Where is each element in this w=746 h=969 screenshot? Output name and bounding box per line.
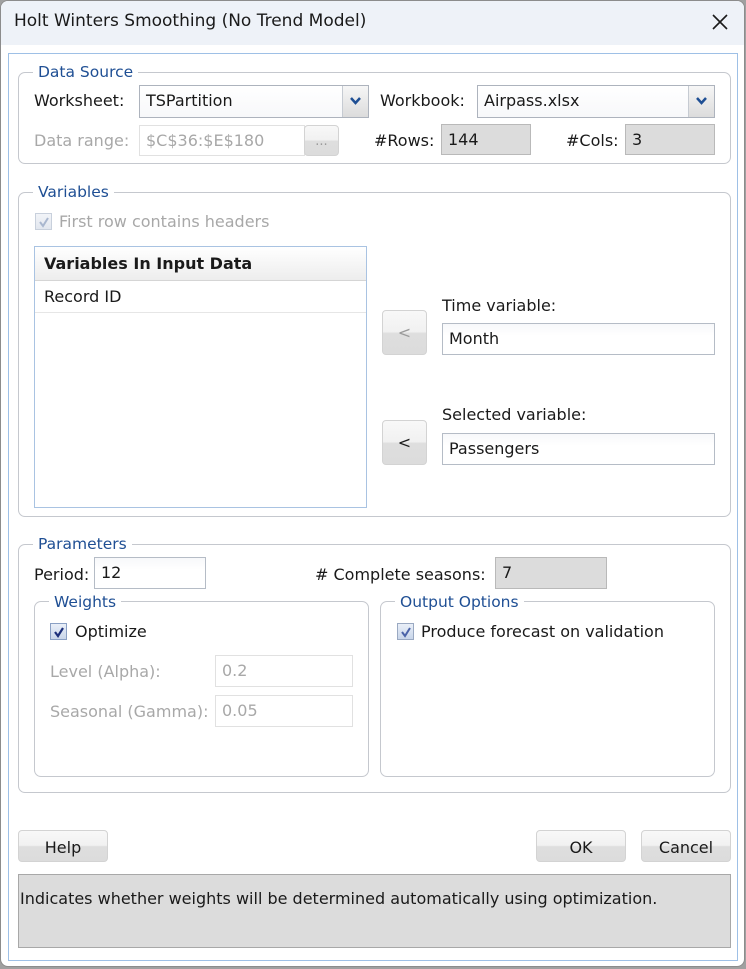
list-column-header: Variables In Input Data	[35, 247, 366, 281]
checkmark-icon	[54, 627, 64, 638]
rows-field: 144	[441, 124, 531, 155]
checkmark-icon	[401, 627, 411, 638]
help-description-box: Indicates whether weights will be determ…	[18, 874, 731, 948]
cols-label: #Cols:	[566, 131, 619, 150]
title-bar: Holt Winters Smoothing (No Trend Model)	[1, 1, 744, 45]
period-label: Period:	[34, 565, 90, 584]
forecast-validation-checkbox[interactable]	[397, 623, 414, 640]
move-to-time-variable-button[interactable]: <	[382, 310, 427, 355]
data-range-browse-button[interactable]: ...	[304, 125, 339, 156]
gamma-label: Seasonal (Gamma):	[50, 702, 209, 721]
weights-legend: Weights	[49, 593, 122, 611]
data-range-field[interactable]: $C$36:$E$180	[139, 125, 305, 156]
worksheet-value: TSPartition	[146, 91, 233, 110]
optimize-label: Optimize	[75, 622, 147, 641]
data-source-legend: Data Source	[33, 63, 139, 81]
worksheet-dropdown-button[interactable]	[342, 86, 368, 117]
checkmark-icon	[39, 217, 49, 228]
left-arrow-icon: <	[397, 323, 412, 342]
cancel-button[interactable]: Cancel	[641, 830, 731, 862]
chevron-down-icon	[696, 97, 707, 105]
gamma-field[interactable]: 0.05	[215, 695, 353, 727]
list-item[interactable]: Record ID	[35, 281, 366, 313]
workbook-value: Airpass.xlsx	[484, 91, 580, 110]
window-title: Holt Winters Smoothing (No Trend Model)	[14, 11, 367, 31]
close-icon	[712, 14, 728, 30]
output-options-legend: Output Options	[395, 593, 524, 611]
chevron-down-icon	[350, 97, 361, 105]
workbook-label: Workbook:	[380, 91, 465, 110]
workbook-dropdown[interactable]: Airpass.xlsx	[477, 85, 715, 118]
forecast-validation-label: Produce forecast on validation	[421, 622, 664, 641]
alpha-field[interactable]: 0.2	[215, 655, 353, 687]
variables-legend: Variables	[33, 183, 114, 201]
ok-button[interactable]: OK	[536, 830, 626, 862]
worksheet-dropdown[interactable]: TSPartition	[139, 85, 369, 118]
complete-seasons-label: # Complete seasons:	[315, 565, 486, 584]
variables-input-list[interactable]: Variables In Input Data Record ID	[34, 246, 367, 508]
cols-field: 3	[625, 124, 715, 155]
close-button[interactable]	[705, 7, 735, 37]
worksheet-label: Worksheet:	[34, 91, 125, 110]
workbook-dropdown-button[interactable]	[688, 86, 714, 117]
alpha-label: Level (Alpha):	[50, 662, 161, 681]
help-button[interactable]: Help	[18, 830, 108, 862]
move-to-selected-variable-button[interactable]: <	[382, 420, 427, 465]
browse-label: ...	[315, 134, 328, 149]
optimize-checkbox[interactable]	[50, 623, 67, 640]
selected-variable-label: Selected variable:	[442, 405, 587, 424]
period-field[interactable]: 12	[94, 557, 206, 589]
time-variable-field[interactable]: Month	[442, 323, 715, 355]
parameters-legend: Parameters	[33, 535, 132, 553]
left-arrow-icon: <	[397, 433, 412, 452]
time-variable-label: Time variable:	[442, 296, 557, 315]
data-range-label: Data range:	[34, 131, 130, 150]
first-row-headers-checkbox[interactable]	[35, 213, 52, 230]
dialog-window: Holt Winters Smoothing (No Trend Model) …	[0, 0, 745, 967]
first-row-headers-label: First row contains headers	[59, 212, 270, 231]
rows-label: #Rows:	[374, 131, 435, 150]
complete-seasons-field: 7	[495, 557, 607, 589]
selected-variable-field[interactable]: Passengers	[442, 433, 715, 465]
